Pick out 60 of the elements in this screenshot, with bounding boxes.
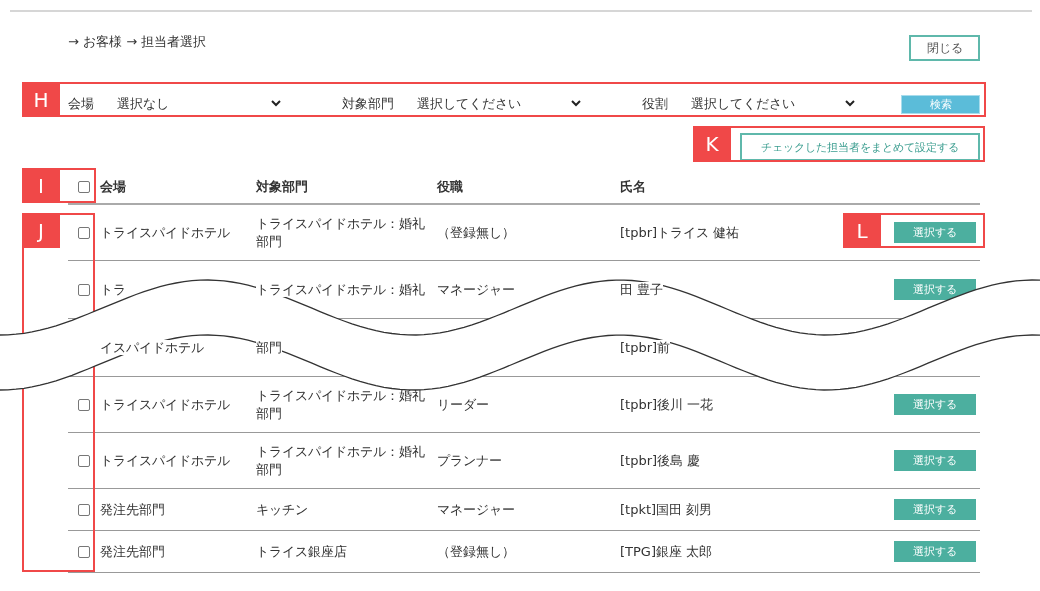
caret-icon xyxy=(571,100,581,107)
row-checkbox[interactable] xyxy=(78,545,90,558)
search-button[interactable]: 検索 xyxy=(901,94,980,114)
select-button[interactable]: 選択する xyxy=(894,222,976,244)
table-cell: [tpbr]後川 一花 xyxy=(620,396,714,412)
callout-label: L xyxy=(843,213,881,248)
select-button[interactable]: 選択する xyxy=(894,394,976,416)
table-cell: トライスパイドホテル：婚礼部門 xyxy=(256,215,425,251)
select-all-checkbox[interactable] xyxy=(78,180,90,193)
table-cell: プランナー xyxy=(437,452,502,468)
select-button[interactable]: 選択する xyxy=(894,541,976,563)
row-checkbox[interactable] xyxy=(78,503,90,516)
breadcrumb: → お客様 → 担当者選択 xyxy=(68,33,207,51)
select-button[interactable]: 選択する xyxy=(894,279,976,301)
select-button[interactable]: 選択する xyxy=(894,450,976,472)
filter-label: 会場 xyxy=(68,95,94,113)
column-header: 役職 xyxy=(437,177,464,196)
row-checkbox[interactable] xyxy=(78,226,90,239)
table-cell: 田 豊子 xyxy=(620,281,664,297)
callout-label: H xyxy=(22,82,60,117)
table-cell: 発注先部門 xyxy=(100,501,165,517)
table-cell: [tpbr]前 xyxy=(620,339,671,355)
column-header: 対象部門 xyxy=(256,177,309,196)
table-cell: [tpkt]国田 刻男 xyxy=(620,501,713,517)
table-cell: イスパイドホテル xyxy=(100,339,204,355)
row-checkbox[interactable] xyxy=(78,454,90,467)
table-cell: リーダー xyxy=(437,396,489,412)
select-field[interactable]: 選択してください xyxy=(406,91,587,117)
callout-label: I xyxy=(22,168,60,203)
select-button[interactable]: 選択する xyxy=(894,499,976,521)
table-cell: [tpbr]後島 慶 xyxy=(620,452,701,468)
table-cell: トライスパイドホテル：婚礼部門 xyxy=(256,443,425,479)
table-cell: [tpbr]トライス 健祐 xyxy=(620,224,740,240)
table-cell: トライスパイドホテル xyxy=(100,224,230,240)
table-cell: マネージャー xyxy=(437,281,515,297)
table-cell: トライスパイドホテル xyxy=(100,396,230,412)
table-cell-text: キッチン xyxy=(256,501,309,519)
table-cell: マネージャー xyxy=(437,501,515,517)
select-field[interactable]: 選択してください xyxy=(680,91,861,117)
callout-label: K xyxy=(693,126,731,161)
table-cell: 発注先部門 xyxy=(100,543,165,559)
close-button[interactable]: 閉じる xyxy=(909,35,980,61)
row-checkbox[interactable] xyxy=(78,398,90,411)
table-cell: トライスパイドホテル：婚礼部門 xyxy=(256,387,425,423)
caret-icon xyxy=(271,100,281,107)
caret-icon xyxy=(845,100,855,107)
callout-label: J xyxy=(22,213,60,248)
column-header: 氏名 xyxy=(620,177,647,196)
row-checkbox[interactable] xyxy=(78,283,90,296)
table-cell: トライスパイドホテル xyxy=(100,452,230,468)
bulk-set-button[interactable]: チェックした担当者をまとめて設定する xyxy=(740,133,980,161)
table-cell: [TPG]銀座 太郎 xyxy=(620,543,713,559)
table-cell: （登録無し） xyxy=(437,224,515,240)
table-cell: トライスパイドホテル：婚礼 xyxy=(256,281,425,297)
table-cell-text: トライス銀座店 xyxy=(256,543,348,561)
column-header: 会場 xyxy=(100,177,127,196)
filter-label: 役割 xyxy=(642,95,668,113)
select-field[interactable]: 選択なし xyxy=(106,91,287,117)
table-cell: （登録無し） xyxy=(437,543,515,559)
filter-label: 対象部門 xyxy=(342,95,394,113)
